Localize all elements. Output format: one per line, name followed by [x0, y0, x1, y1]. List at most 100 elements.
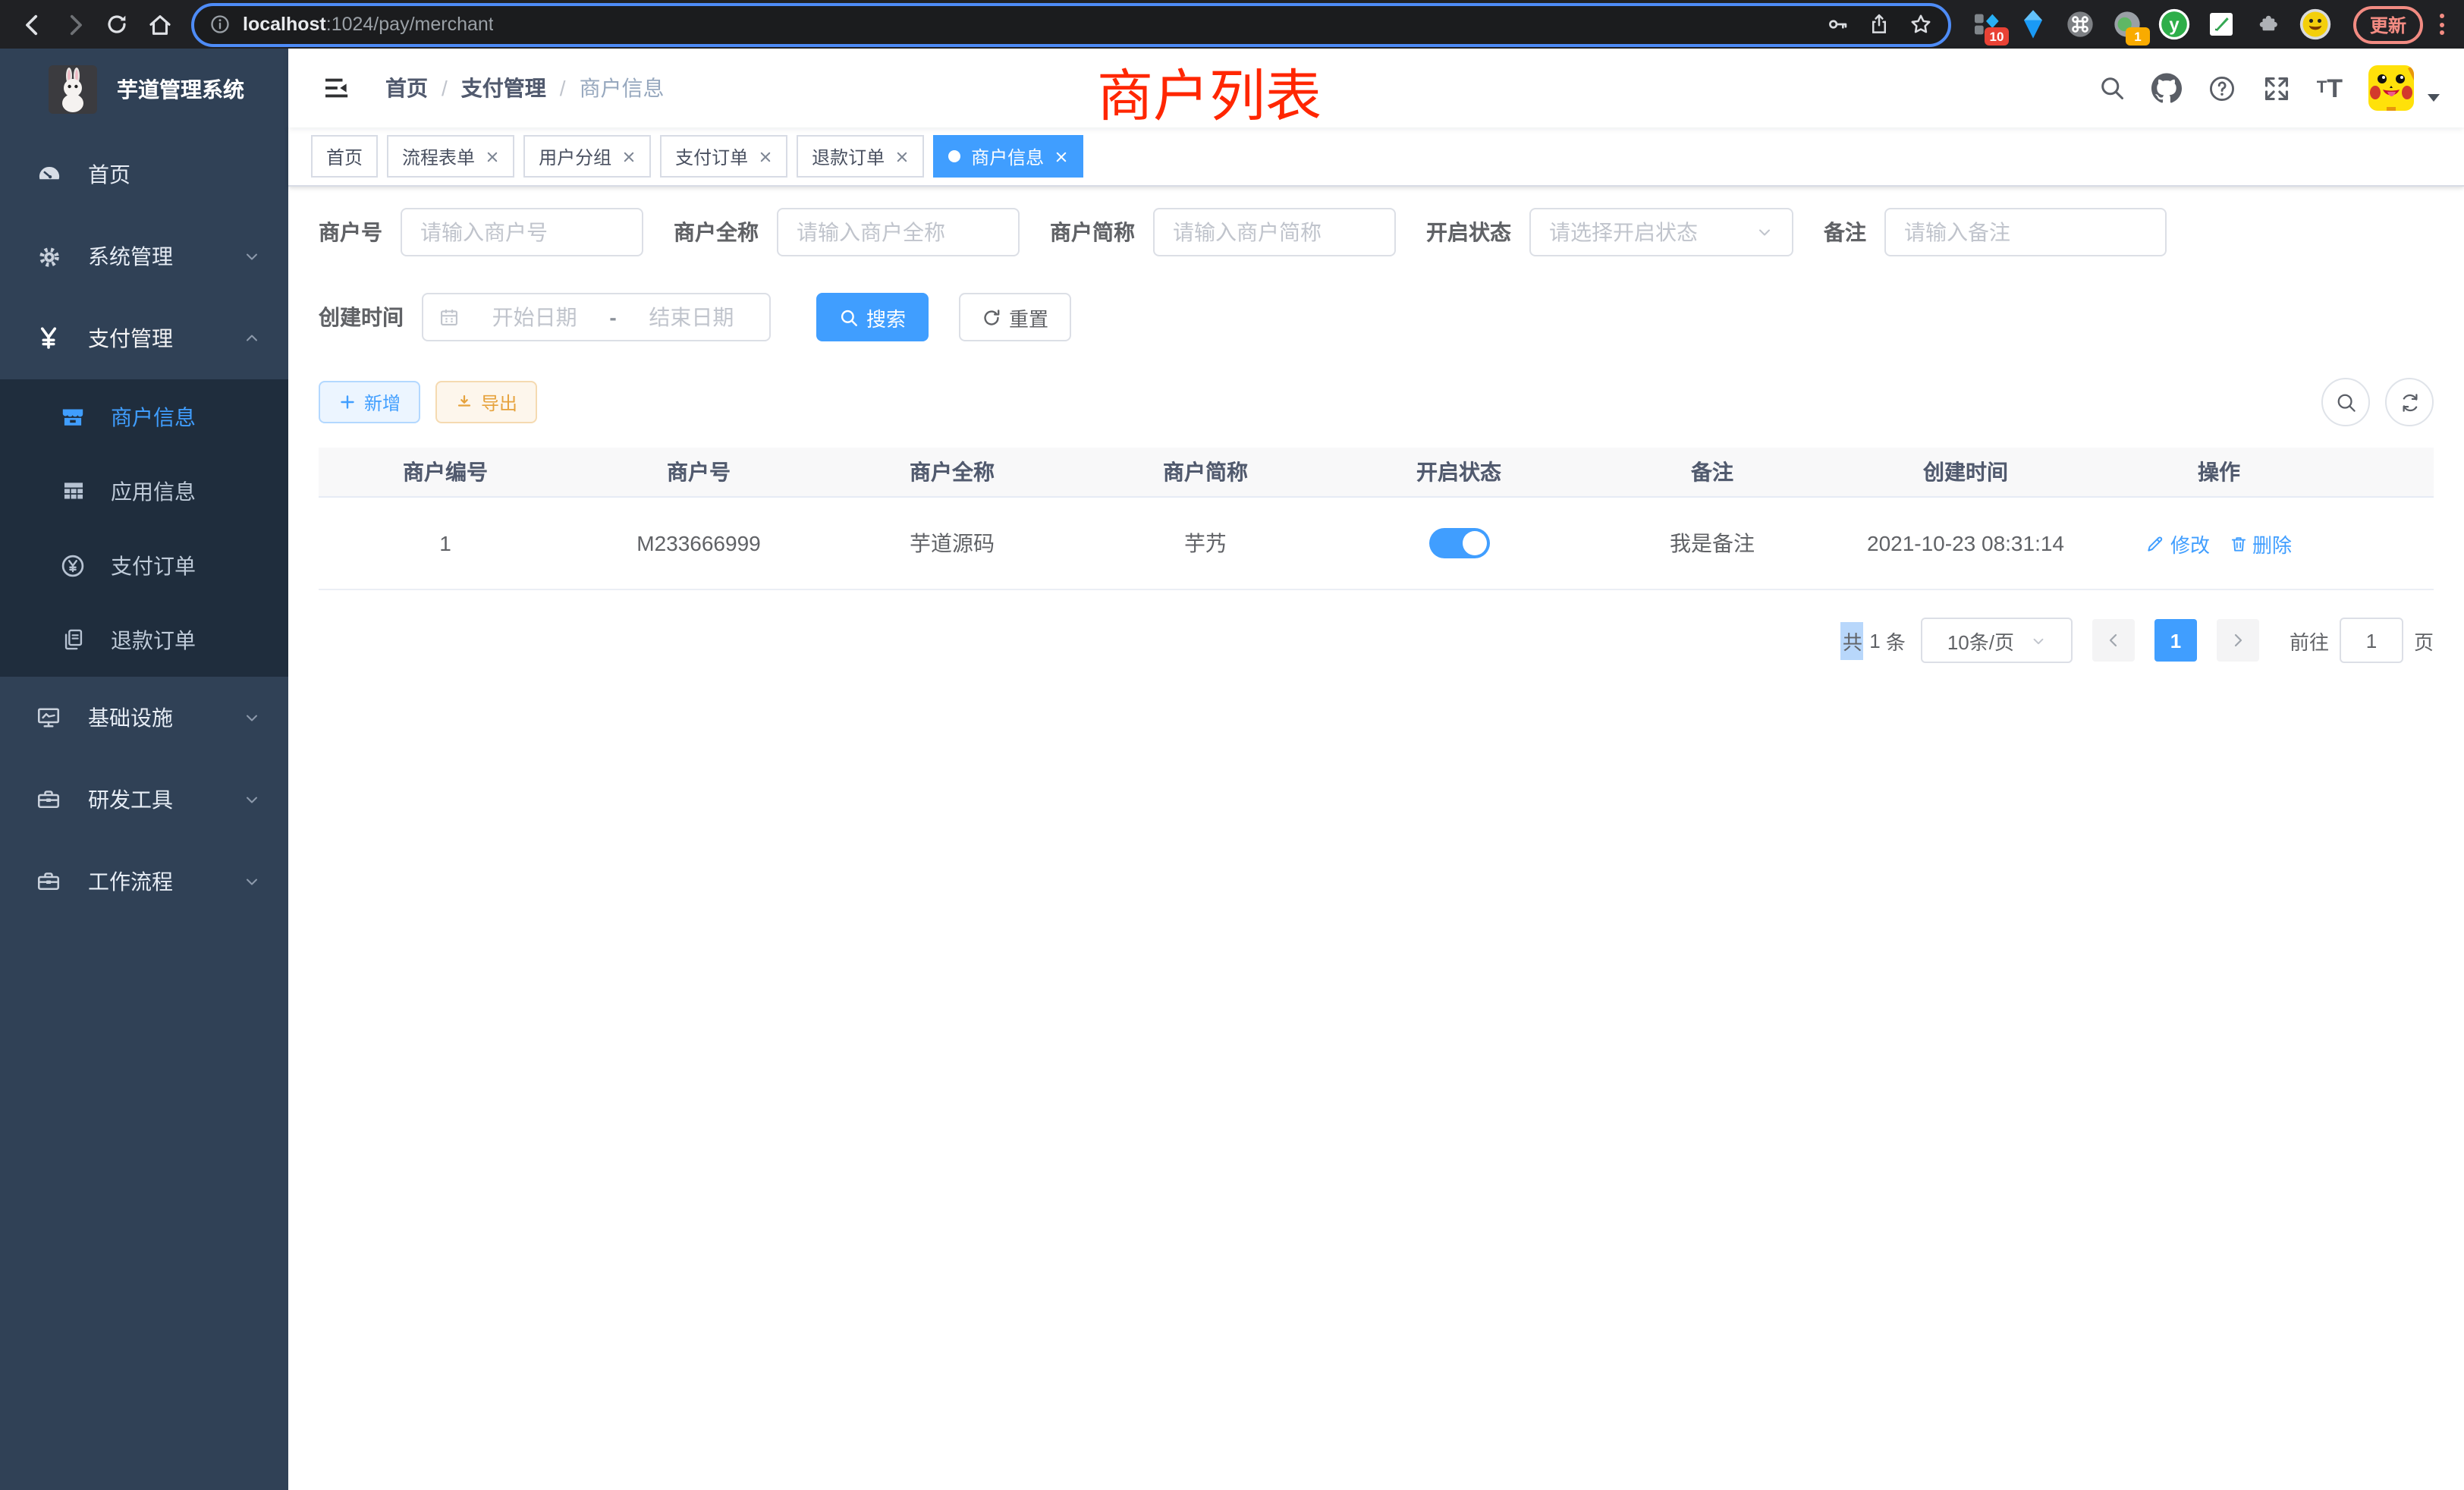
next-page-button[interactable]: [2217, 619, 2259, 662]
tab-home[interactable]: 首页: [311, 135, 378, 178]
refresh-table-button[interactable]: [2385, 378, 2434, 426]
placeholder-text: 请输入备注: [1904, 217, 2010, 247]
breadcrumb-home[interactable]: 首页: [385, 73, 428, 103]
gear-icon: [32, 244, 65, 269]
end-date-placeholder: 结束日期: [629, 302, 754, 332]
sidebar-toggle-button[interactable]: [313, 73, 361, 103]
status-toggle[interactable]: [1428, 528, 1489, 558]
sidebar-item-label: 商户信息: [111, 401, 196, 432]
toggle-search-button[interactable]: [2321, 378, 2370, 426]
sidebar-item-label: 首页: [88, 159, 130, 190]
cell-actions: 修改 删除: [2092, 529, 2346, 558]
short-name-input[interactable]: 请输入商户简称: [1153, 208, 1396, 256]
close-icon[interactable]: [622, 149, 636, 163]
tab-user-group[interactable]: 用户分组: [523, 135, 651, 178]
gem-icon: [2021, 9, 2045, 39]
browser-home-button[interactable]: [140, 5, 179, 44]
prev-page-button[interactable]: [2092, 619, 2135, 662]
browser-back-button[interactable]: [12, 5, 52, 44]
search-icon: [2334, 391, 2357, 413]
close-icon[interactable]: [895, 149, 909, 163]
extension-recorder-icon[interactable]: 1: [2110, 8, 2144, 41]
status-select[interactable]: 请选择开启状态: [1529, 208, 1793, 256]
extension-y-icon[interactable]: y: [2158, 8, 2191, 41]
short-name-label: 商户简称: [1050, 217, 1135, 247]
close-icon[interactable]: [1054, 149, 1068, 163]
export-button[interactable]: 导出: [435, 381, 537, 423]
full-name-input[interactable]: 请输入商户全称: [777, 208, 1020, 256]
extension-command-icon[interactable]: [2063, 8, 2097, 41]
goto-page-input[interactable]: 1: [2340, 618, 2403, 663]
tab-pay-order[interactable]: 支付订单: [660, 135, 787, 178]
bookmark-star-icon[interactable]: [1909, 12, 1933, 36]
sidebar-item-infrastructure[interactable]: 基础设施: [0, 677, 288, 759]
extensions-puzzle-icon[interactable]: [2252, 8, 2285, 41]
sidebar-item-pay-order[interactable]: 支付订单: [0, 528, 288, 602]
merchant-table: 商户编号 商户号 商户全称 商户简称 开启状态 备注 创建时间 操作 1 M23…: [319, 448, 2434, 590]
breadcrumb-payment[interactable]: 支付管理: [461, 73, 546, 103]
tab-process-form[interactable]: 流程表单: [387, 135, 514, 178]
command-icon: [2065, 9, 2095, 39]
sidebar-logo-row[interactable]: 芋道管理系统: [0, 49, 288, 130]
share-icon[interactable]: [1868, 12, 1890, 36]
browser-forward-button[interactable]: [55, 5, 94, 44]
extension-badge-2: 1: [2126, 27, 2150, 46]
avatar-caret-icon[interactable]: [2428, 93, 2440, 101]
table-toolbar: 新增 导出: [319, 378, 2434, 426]
y-logo-icon: y: [2158, 8, 2191, 41]
hamburger-fold-icon: [322, 73, 352, 103]
font-size-button[interactable]: TT: [2317, 75, 2343, 101]
chevron-down-icon: [243, 709, 261, 727]
merchant-no-input[interactable]: 请输入商户号: [401, 208, 643, 256]
pagination-goto: 前往 1 页: [2290, 618, 2434, 663]
col-header-actions: 操作: [2092, 457, 2346, 487]
browser-reload-button[interactable]: [97, 5, 137, 44]
edit-link[interactable]: 修改: [2146, 529, 2210, 558]
reset-button[interactable]: 重置: [959, 293, 1071, 341]
user-avatar[interactable]: [2368, 65, 2414, 111]
help-button[interactable]: [2208, 74, 2236, 102]
cell-merchant-no: M233666999: [572, 531, 825, 555]
sidebar-item-merchant-info[interactable]: 商户信息: [0, 379, 288, 454]
tab-merchant-info[interactable]: 商户信息: [933, 135, 1083, 178]
cell-status: [1332, 528, 1586, 558]
sidebar-item-home[interactable]: 首页: [0, 134, 288, 215]
password-key-icon[interactable]: [1825, 12, 1850, 36]
delete-link[interactable]: 删除: [2228, 529, 2292, 558]
create-time-range-picker[interactable]: 开始日期 - 结束日期: [422, 293, 771, 341]
sidebar-item-refund-order[interactable]: 退款订单: [0, 602, 288, 677]
breadcrumb-separator: /: [442, 76, 448, 100]
close-icon[interactable]: [486, 149, 499, 163]
info-icon[interactable]: [209, 14, 231, 35]
fullscreen-button[interactable]: [2262, 74, 2291, 102]
browser-update-button[interactable]: 更新: [2353, 5, 2423, 43]
browser-profile-avatar[interactable]: [2299, 8, 2332, 41]
add-button[interactable]: 新增: [319, 381, 420, 423]
close-icon[interactable]: [759, 149, 772, 163]
search-button[interactable]: 搜索: [816, 293, 929, 341]
refresh-icon: [982, 307, 1001, 327]
sidebar-item-label: 支付管理: [88, 323, 173, 354]
sidebar-item-payment[interactable]: 支付管理: [0, 297, 288, 379]
browser-menu-button[interactable]: [2432, 14, 2452, 35]
github-button[interactable]: [2151, 73, 2182, 103]
filter-row-1: 商户号 请输入商户号 商户全称 请输入商户全称 商户简称 请输入商户简称 开启状…: [319, 208, 2434, 256]
remark-input[interactable]: 请输入备注: [1884, 208, 2167, 256]
tab-refund-order[interactable]: 退款订单: [797, 135, 924, 178]
chevron-down-icon: [2029, 632, 2046, 649]
extension-sidebar-icon[interactable]: 10: [1969, 8, 2003, 41]
url-text: localhost:1024/pay/merchant: [243, 14, 494, 35]
page-number-1[interactable]: 1: [2154, 619, 2197, 662]
page-size-select[interactable]: 10条/页: [1921, 618, 2073, 663]
sidebar-item-app-info[interactable]: 应用信息: [0, 454, 288, 528]
extension-notes-icon[interactable]: [2205, 8, 2238, 41]
merchant-no-label: 商户号: [319, 217, 382, 247]
header-search-button[interactable]: [2098, 74, 2126, 102]
extension-gem-icon[interactable]: [2016, 8, 2050, 41]
sidebar-item-workflow[interactable]: 工作流程: [0, 841, 288, 923]
address-bar[interactable]: localhost:1024/pay/merchant: [191, 2, 1951, 46]
sidebar-item-dev-tools[interactable]: 研发工具: [0, 759, 288, 841]
tags-view-bar: 首页 流程表单 用户分组 支付订单 退款订单 商户信息: [288, 127, 2464, 187]
remark-label: 备注: [1824, 217, 1866, 247]
sidebar-item-system[interactable]: 系统管理: [0, 215, 288, 297]
